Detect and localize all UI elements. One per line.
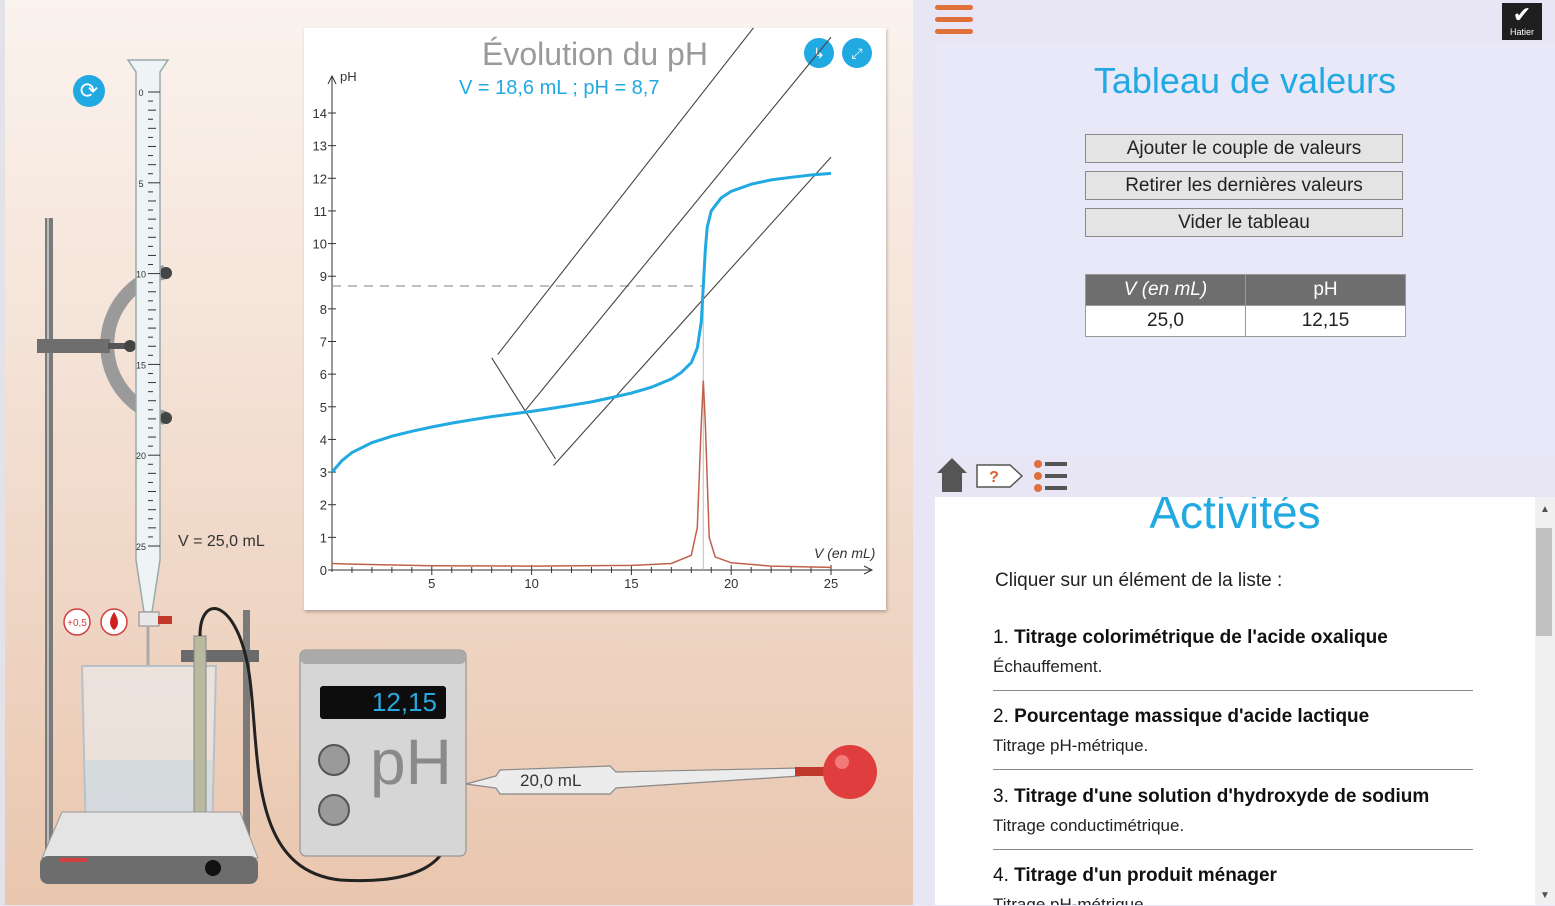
y-tick-label: 11 <box>314 204 328 219</box>
stirrer-knob <box>205 860 221 876</box>
tangent-middle <box>525 36 832 411</box>
y-tick-label: 4 <box>320 432 327 447</box>
help-label: ? <box>989 469 999 486</box>
y-tick-label: 6 <box>320 367 327 382</box>
panel-gap <box>913 0 935 905</box>
ph-meter-button-1 <box>318 744 350 776</box>
scroll-down-icon[interactable]: ▼ <box>1535 886 1555 906</box>
y-tick-label: 5 <box>320 400 327 415</box>
ph-chart[interactable]: pHV (en mL)012345678910111213145 10 15 20 25 <box>304 28 886 610</box>
pipette-volume-label: 20,0 mL <box>520 771 582 790</box>
ph-meter-button-2 <box>318 794 350 826</box>
activity-item-3[interactable]: 3. Titrage d'une solution d'hydroxyde de… <box>993 786 1473 836</box>
burette-tick-label: 20 <box>136 451 146 461</box>
ph-meter-unit-label: pH <box>370 726 452 798</box>
activities-title: Activités <box>1149 497 1321 538</box>
y-tick-label: 13 <box>313 139 327 154</box>
burette-tick-label: 25 <box>136 542 146 552</box>
hatier-logo[interactable]: ✔ Hatier <box>1502 3 1542 40</box>
column-header-ph: pH <box>1245 274 1406 306</box>
activities-intro: Cliquer sur un élément de la liste : <box>995 570 1283 591</box>
remove-values-button[interactable]: Retirer les dernières valeurs <box>1085 171 1403 200</box>
activity-item-4[interactable]: 4. Titrage d'un produit ménager Titrage … <box>993 865 1473 905</box>
scroll-thumb[interactable] <box>1536 528 1552 636</box>
drop-fine-label: +0,5 <box>67 618 87 629</box>
hamburger-icon <box>935 5 973 10</box>
y-tick-label: 3 <box>320 465 327 480</box>
burette-tick-label: 15 <box>136 360 146 370</box>
y-tick-label: 12 <box>313 171 327 186</box>
drop-fine-button[interactable]: +0,5 <box>63 608 91 636</box>
y-tick-label: 10 <box>313 237 327 252</box>
activities-nav-bar <box>935 456 1555 497</box>
activity-title: Titrage d'un produit ménager <box>1014 865 1277 886</box>
reset-button[interactable]: ⟳ <box>73 75 105 107</box>
refresh-icon: ⟳ <box>79 78 99 103</box>
list-icon[interactable] <box>1033 459 1069 493</box>
brand-name: Hatier <box>1509 27 1534 37</box>
top-bar <box>935 0 1555 44</box>
y-tick-label: 14 <box>313 106 327 121</box>
scroll-up-icon[interactable]: ▲ <box>1535 500 1555 520</box>
x-axis-label: V (en mL) <box>814 545 875 561</box>
drop-button[interactable] <box>100 608 128 636</box>
home-icon[interactable] <box>937 458 967 492</box>
ph-meter-display: 12,15 <box>320 686 446 719</box>
table-row: 25,0 12,15 <box>1085 305 1406 337</box>
tangent-lower <box>553 156 832 466</box>
divider <box>993 690 1473 691</box>
x-tick-label: 20 <box>724 576 738 591</box>
y-tick-label: 1 <box>320 530 327 545</box>
values-panel-title: Tableau de valeurs <box>1093 60 1397 101</box>
checkmark-icon: ✔ <box>1512 2 1532 27</box>
cell-ph: 12,15 <box>1245 305 1406 337</box>
y-tick-label: 8 <box>320 302 327 317</box>
x-tick-label: 10 <box>524 576 538 591</box>
help-button[interactable]: ? <box>976 464 1024 488</box>
y-tick-label: 0 <box>320 563 327 578</box>
clear-table-button[interactable]: Vider le tableau <box>1085 208 1403 237</box>
burette <box>126 59 170 613</box>
add-values-button[interactable]: Ajouter le couple de valeurs <box>1085 134 1403 163</box>
burette-tick-label: 0 <box>138 88 143 98</box>
divider <box>993 769 1473 770</box>
pipette-bulb[interactable] <box>823 745 877 799</box>
values-panel <box>935 44 1555 456</box>
activity-item-2[interactable]: 2. Pourcentage massique d'acide lactique… <box>993 706 1473 756</box>
menu-button[interactable] <box>935 5 973 39</box>
divider <box>993 849 1473 850</box>
cell-volume: 25,0 <box>1085 305 1246 337</box>
y-tick-label: 2 <box>320 498 327 513</box>
burette-tick-label: 5 <box>138 179 143 189</box>
x-tick-label: 5 <box>428 576 435 591</box>
activity-title: Pourcentage massique d'acide lactique <box>1014 706 1370 727</box>
series-line-2 <box>331 380 832 569</box>
y-axis-label: pH <box>340 69 357 84</box>
magnetic-stirrer <box>41 811 259 859</box>
simulation-area: +0,5 0 5 10 15 20 25 ⟳ V = 25,0 mL 12,15… <box>0 0 915 905</box>
activity-subtitle: Titrage pH-métrique. <box>993 736 1149 755</box>
ph-graph-card: Évolution du pH V = 18,6 mL ; pH = 8,7 ↳… <box>304 28 886 610</box>
activity-title: Titrage d'une solution d'hydroxyde de so… <box>1014 786 1430 807</box>
activity-subtitle: Échauffement. <box>993 657 1103 676</box>
activity-item-1[interactable]: 1. Titrage colorimétrique de l'acide oxa… <box>993 627 1473 677</box>
activity-subtitle: Titrage pH-métrique. <box>993 895 1149 905</box>
burette-volume-label: V = 25,0 mL <box>178 533 265 550</box>
x-tick-label: 15 <box>624 576 638 591</box>
ph-electrode <box>193 635 207 827</box>
tangent-upper <box>497 28 755 355</box>
x-tick-label: 25 <box>824 576 838 591</box>
series-line-1 <box>330 171 832 474</box>
activities-panel: Activités Cliquer sur un élément de la l… <box>935 497 1535 905</box>
values-table-header: V (en mL) pH <box>1085 274 1406 306</box>
pipette <box>465 765 801 795</box>
column-header-volume: V (en mL) <box>1085 274 1246 306</box>
y-tick-label: 7 <box>320 335 327 350</box>
activity-subtitle: Titrage conductimétrique. <box>993 816 1185 835</box>
values-table: V (en mL) pH 25,0 12,15 <box>1085 274 1406 337</box>
burette-tick-label: 10 <box>136 270 146 280</box>
y-tick-label: 9 <box>320 269 327 284</box>
activity-title: Titrage colorimétrique de l'acide oxaliq… <box>1014 627 1388 648</box>
